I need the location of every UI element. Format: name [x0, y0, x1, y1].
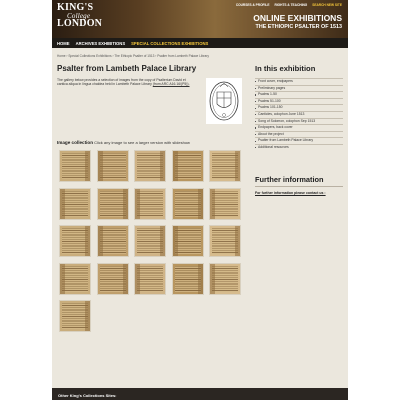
page-text-lines [99, 153, 126, 179]
page-gutter [135, 263, 140, 294]
nav-archives-exhibitions[interactable]: ARCHIVES EXHIBITIONS [76, 41, 126, 46]
sidebar-item-psalms-1-50[interactable]: Psalms 1-50 [255, 91, 343, 98]
sidebar-item-song-of-solomon[interactable]: Song of Solomon, colophon Sep 1513 [255, 117, 343, 125]
page-gutter [85, 226, 90, 256]
sidebar-item-psalms-51-100[interactable]: Psalms 51-100 [255, 97, 343, 105]
page-text-lines [212, 190, 238, 217]
sidebar-item-psalms-101-150[interactable]: Psalms 101-150 [255, 104, 343, 111]
footer-label: Other King's Collections Sites: [58, 393, 117, 398]
kings-college-logo[interactable]: KING'S College LONDON [57, 2, 103, 29]
page-gutter [85, 151, 90, 181]
breadcrumb[interactable]: Home › Special Collections Exhibitions ›… [57, 54, 209, 58]
gallery-thumbnail[interactable] [171, 150, 204, 182]
page-gutter [160, 151, 165, 181]
sidebar-item-preliminary-pages[interactable]: Preliminary pages [255, 84, 343, 92]
page: KING'S College LONDON COURSES & PROFILE … [0, 0, 400, 400]
exhibition-subtitle: THE ETHIOPIC PSALTER OF 1513 [255, 24, 342, 30]
page-gutter [172, 151, 178, 181]
sidebar-item-canticles[interactable]: Canticles, colophon June 1513 [255, 110, 343, 118]
page-text-lines [62, 190, 88, 217]
site-footer: Other King's Collections Sites: [52, 388, 348, 400]
gallery-thumbnail[interactable] [59, 262, 91, 295]
page-gutter [235, 226, 240, 256]
gallery-thumbnail[interactable] [209, 187, 241, 220]
page-text-lines [137, 190, 163, 217]
top-link-search[interactable]: SEARCH NEW SITE [312, 3, 342, 7]
page-text-lines [174, 228, 201, 254]
page-text-lines [212, 265, 238, 292]
page-gutter [122, 263, 128, 294]
page-gutter [160, 226, 165, 256]
page-gutter [197, 263, 203, 294]
page-text-lines [99, 228, 126, 254]
site-header: KING'S College LONDON COURSES & PROFILE … [52, 0, 348, 38]
intro-text: The gallery below provides a selection o… [57, 78, 197, 87]
page-gutter [60, 188, 65, 219]
page-text-lines [174, 153, 201, 179]
nav-special-collections-exhibitions[interactable]: SPECIAL COLLECTIONS EXHIBITIONS [131, 41, 208, 46]
gallery-heading: Image collection Click any image to see … [57, 140, 190, 145]
gallery-thumbnail[interactable] [171, 187, 204, 220]
sidebar-nav: Front cover, endpapers Preliminary pages… [255, 78, 343, 151]
page-gutter [85, 301, 90, 331]
top-link-courses[interactable]: COURSES & PROFILE [236, 3, 270, 7]
logo-line-1: KING'S [57, 2, 94, 13]
gallery-thumbnail[interactable] [209, 225, 241, 257]
lambeth-palace-seal-image [206, 78, 242, 124]
gallery-thumbnail[interactable] [59, 300, 91, 332]
page-gutter [235, 151, 240, 181]
logo-line-3: LONDON [57, 18, 103, 29]
sidebar-item-front-cover[interactable]: Front cover, endpapers [255, 78, 343, 85]
sidebar-item-lambeth-psalter[interactable]: Psalter from Lambeth Palace Library [255, 137, 343, 144]
main-nav: HOME ARCHIVES EXHIBITIONS SPECIAL COLLEC… [52, 38, 348, 48]
gallery-thumbnail[interactable] [96, 225, 129, 257]
page-gutter [197, 188, 203, 219]
gallery-thumbnail[interactable] [59, 150, 91, 182]
gallery-thumbnail[interactable] [209, 150, 241, 182]
further-info-divider [255, 186, 343, 187]
further-info-title: Further information [255, 175, 324, 184]
page-gutter [97, 151, 103, 181]
sidebar-title: In this exhibition [255, 64, 316, 73]
page-gutter [97, 226, 103, 256]
sidebar-item-about-project[interactable]: About the project [255, 130, 343, 138]
intro-link[interactable]: (from ARC A16.16/(P5)). [153, 82, 190, 86]
page-gutter [122, 188, 128, 219]
exhibition-title: ONLINE EXHIBITIONS [253, 13, 342, 23]
top-link-rights[interactable]: RIGHTS & TEACHING [274, 3, 307, 7]
page-gutter [60, 263, 65, 294]
gallery-hint: Click any image to see a larger version … [94, 140, 190, 145]
gallery-thumbnail[interactable] [171, 262, 204, 295]
page-title: Psalter from Lambeth Palace Library [57, 64, 197, 73]
gallery-thumbnail[interactable] [96, 187, 129, 220]
nav-home[interactable]: HOME [57, 41, 70, 46]
page-gutter [210, 263, 215, 294]
gallery-title: Image collection [57, 140, 93, 145]
gallery-thumbnail[interactable] [96, 262, 129, 295]
gallery-thumbnail[interactable] [134, 225, 166, 257]
page-gutter [135, 188, 140, 219]
gallery-thumbnail[interactable] [171, 225, 204, 257]
gallery-thumbnail[interactable] [59, 187, 91, 220]
top-links: COURSES & PROFILE RIGHTS & TEACHING SEAR… [236, 3, 342, 7]
page-text-lines [62, 265, 88, 292]
gallery-thumbnail[interactable] [134, 262, 166, 295]
gallery-thumbnail[interactable] [59, 225, 91, 257]
gallery-thumbnail[interactable] [96, 150, 129, 182]
gallery-thumbnail[interactable] [134, 150, 166, 182]
page-gutter [172, 226, 178, 256]
sidebar-item-additional-resources[interactable]: Additional resources [255, 143, 343, 151]
gallery-thumbnail[interactable] [134, 187, 166, 220]
page-text-lines [137, 265, 163, 292]
page-gutter [210, 188, 215, 219]
contact-link[interactable]: For further information please contact u… [255, 191, 326, 195]
gallery-thumbnail[interactable] [209, 262, 241, 295]
sidebar-item-endpapers-back[interactable]: Endpapers, back cover [255, 124, 343, 131]
